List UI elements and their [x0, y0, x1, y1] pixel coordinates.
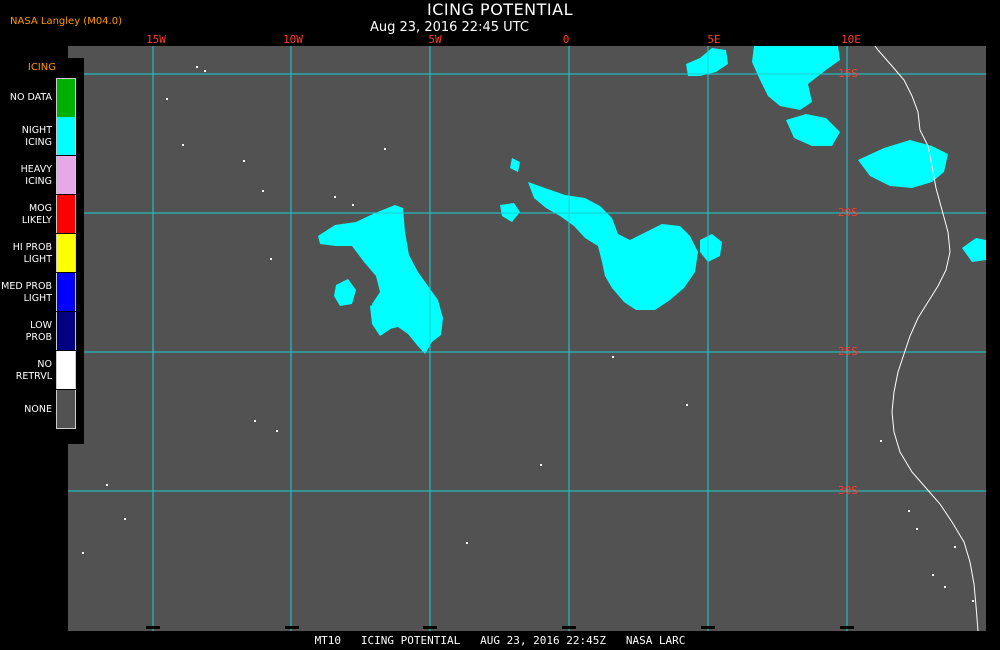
legend-item-swatch [56, 117, 76, 155]
legend-item-label: NO RETRVL [15, 358, 52, 382]
legend-item-label: LOW PROB [25, 319, 52, 343]
legend-item-swatch [56, 390, 76, 429]
legend-item: NIGHT ICING [0, 117, 76, 156]
lon-label-0: 0 [562, 33, 570, 46]
lon-label-10e: 10E [841, 33, 861, 46]
lon-label-5w: 5W [428, 33, 442, 46]
legend-item: MOG LIKELY [0, 195, 76, 234]
legend-item: LOW PROB [0, 312, 76, 351]
legend-item: HI PROB LIGHT [0, 234, 76, 273]
legend-item-swatch [56, 234, 76, 272]
map-timestamp: Aug 23, 2016 22:45 UTC [370, 20, 529, 35]
legend-item-label: NO DATA [9, 91, 52, 103]
legend-item: NONE [0, 390, 76, 429]
legend-item-swatch [56, 312, 76, 350]
legend-item-label: MED PROB LIGHT [1, 280, 52, 304]
map-background [68, 46, 986, 631]
icing-legend: ICING NO DATA NIGHT ICING HEAVY ICING MOG L… [0, 58, 84, 444]
legend-item-label: HEAVY ICING [20, 163, 52, 187]
legend-item-swatch [56, 195, 76, 233]
legend-item-label: NIGHT ICING [21, 124, 52, 148]
lat-label-25s: 25S [838, 345, 858, 358]
lon-label-10w: 10W [283, 33, 303, 46]
lon-label-15w: 15W [146, 33, 166, 46]
map-title: ICING POTENTIAL [426, 0, 573, 19]
lat-label-30s: 30S [838, 484, 858, 497]
legend-item: NO RETRVL [0, 351, 76, 390]
legend-item: HEAVY ICING [0, 156, 76, 195]
icing-map[interactable] [68, 46, 986, 631]
legend-item-swatch [56, 351, 76, 389]
legend-item-label: NONE [24, 403, 52, 415]
legend-item-swatch [56, 273, 76, 311]
legend-item: MED PROB LIGHT [0, 273, 76, 312]
lat-label-15s: 15S [838, 67, 858, 80]
legend-item-swatch [56, 156, 76, 194]
brand-label: NASA Langley (M04.0) [10, 16, 122, 27]
lat-label-20s: 20S [838, 206, 858, 219]
legend-item-label: MOG LIKELY [21, 202, 52, 226]
legend-item: NO DATA [0, 78, 76, 117]
lon-label-5e: 5E [707, 33, 721, 46]
footer-caption: MT10 ICING POTENTIAL AUG 23, 2016 22:45Z… [314, 634, 686, 647]
legend-item-label: HI PROB LIGHT [12, 241, 52, 265]
legend-heading: ICING [27, 62, 56, 73]
legend-item-swatch [56, 78, 76, 117]
